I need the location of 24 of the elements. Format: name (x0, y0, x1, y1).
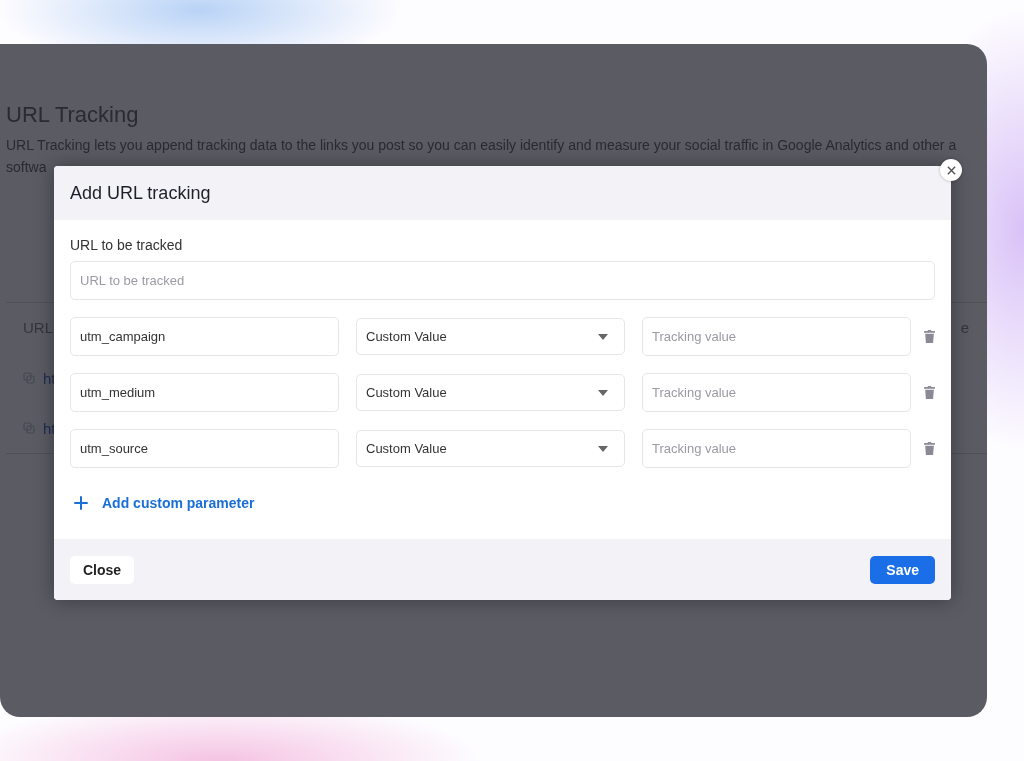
value-type-dropdown[interactable]: Custom Value (356, 430, 625, 467)
field-label: URL to be tracked (70, 237, 184, 253)
trash-icon[interactable] (924, 442, 935, 455)
plus-icon (74, 496, 88, 510)
close-button[interactable]: Close (70, 555, 135, 584)
close-button[interactable] (940, 159, 962, 181)
caret-icon (598, 333, 608, 340)
parameter-name-field[interactable]: utm_source (70, 429, 339, 468)
caret-icon (598, 445, 608, 452)
parameter-name-field[interactable]: utm_medium (70, 373, 339, 412)
dialog-title: Add URL tracking (70, 182, 211, 204)
caret-icon (598, 389, 608, 396)
save-button[interactable]: Save (870, 555, 935, 584)
value-type-dropdown[interactable]: Custom Value (356, 374, 625, 411)
trash-icon[interactable] (924, 330, 935, 343)
url-field[interactable]: URL to be tracked (70, 261, 935, 300)
tracking-value-field[interactable]: Tracking value (642, 373, 911, 412)
tracking-value-field[interactable]: Tracking value (642, 429, 911, 468)
trash-icon[interactable] (924, 386, 935, 399)
add-parameter-link[interactable]: Add custom parameter (74, 495, 255, 511)
parameter-name-field[interactable]: utm_campaign (70, 317, 339, 356)
close-icon (945, 164, 957, 176)
value-type-dropdown[interactable]: Custom Value (356, 318, 625, 355)
tracking-value-field[interactable]: Tracking value (642, 317, 911, 356)
